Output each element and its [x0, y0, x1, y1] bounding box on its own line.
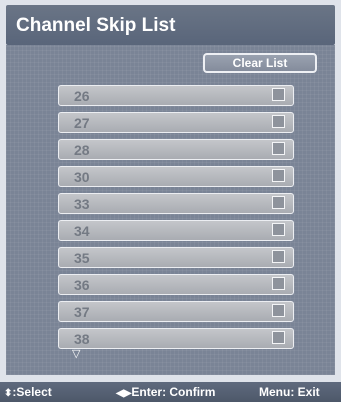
channel-number: 37	[74, 304, 90, 320]
list-panel: Clear List 26 27 28 30 33 34 35 36 37 38…	[6, 45, 335, 375]
channel-number: 36	[74, 277, 90, 293]
help-bar: ⬍:Select ◀▶Enter: Confirm Menu: Exit	[0, 382, 341, 402]
skip-checkbox[interactable]	[272, 304, 285, 317]
channel-row-4[interactable]: 30	[58, 166, 294, 187]
channel-row-10[interactable]: 38	[58, 328, 294, 349]
select-hint-label: :Select	[12, 385, 52, 399]
skip-checkbox[interactable]	[272, 115, 285, 128]
skip-checkbox[interactable]	[272, 169, 285, 182]
menu-hint: Menu: Exit	[259, 385, 320, 399]
skip-checkbox[interactable]	[272, 331, 285, 344]
skip-checkbox[interactable]	[272, 250, 285, 263]
channel-row-7[interactable]: 35	[58, 247, 294, 268]
skip-checkbox[interactable]	[272, 196, 285, 209]
channel-row-5[interactable]: 33	[58, 193, 294, 214]
clear-list-button[interactable]: Clear List	[203, 53, 317, 73]
channel-number: 35	[74, 250, 90, 266]
skip-checkbox[interactable]	[272, 223, 285, 236]
enter-hint: ◀▶Enter: Confirm	[116, 385, 215, 399]
skip-checkbox[interactable]	[272, 88, 285, 101]
enter-hint-label: Enter: Confirm	[131, 385, 216, 399]
channel-number: 26	[74, 88, 90, 104]
channel-row-9[interactable]: 37	[58, 301, 294, 322]
title-bar: Channel Skip List	[6, 5, 335, 45]
channel-row-3[interactable]: 28	[58, 139, 294, 160]
scroll-down-icon[interactable]: ▽	[72, 348, 86, 360]
skip-checkbox[interactable]	[272, 142, 285, 155]
channel-number: 38	[74, 331, 90, 347]
page-title: Channel Skip List	[16, 15, 176, 36]
left-right-arrows-icon: ◀▶	[116, 388, 132, 399]
channel-number: 30	[74, 169, 90, 185]
channel-list: 26 27 28 30 33 34 35 36 37 38	[58, 85, 294, 355]
channel-row-6[interactable]: 34	[58, 220, 294, 241]
channel-number: 34	[74, 223, 90, 239]
osd-window: Channel Skip List Clear List 26 27 28 30…	[0, 0, 341, 402]
channel-number: 27	[74, 115, 90, 131]
channel-row-1[interactable]: 26	[58, 85, 294, 106]
channel-row-8[interactable]: 36	[58, 274, 294, 295]
channel-row-2[interactable]: 27	[58, 112, 294, 133]
skip-checkbox[interactable]	[272, 277, 285, 290]
channel-number: 33	[74, 196, 90, 212]
channel-number: 28	[74, 142, 90, 158]
select-hint: ⬍:Select	[4, 385, 52, 399]
